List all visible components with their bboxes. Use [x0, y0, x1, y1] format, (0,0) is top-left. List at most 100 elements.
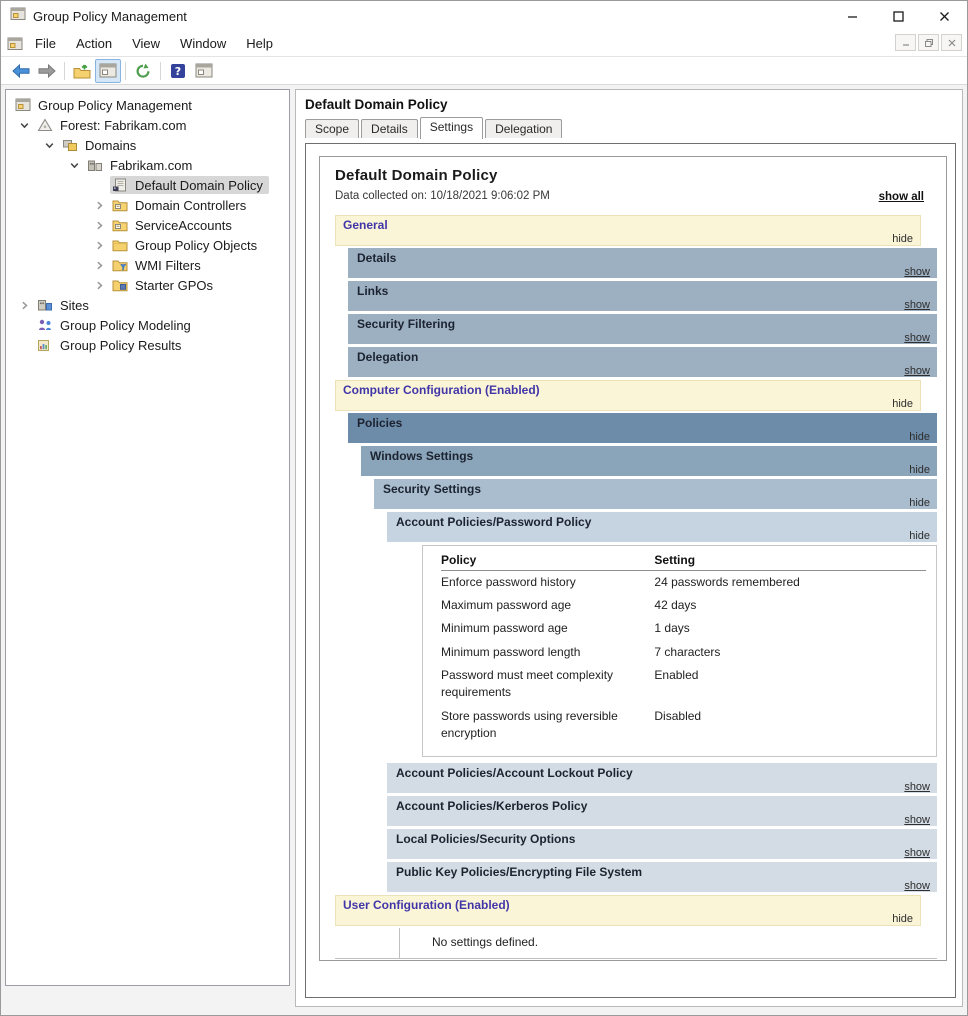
chevron-right-icon[interactable] — [88, 258, 110, 272]
no-settings-row: No settings defined. — [335, 928, 937, 959]
policy-name: Enforce password history — [441, 570, 654, 594]
section-title: Security Filtering — [357, 317, 455, 331]
chevron-right-icon[interactable] — [88, 238, 110, 252]
close-button[interactable] — [921, 1, 967, 31]
tab-scope[interactable]: Scope — [305, 119, 359, 138]
tree-item-group-policy-management[interactable]: Group Policy Management — [6, 95, 289, 115]
menu-view[interactable]: View — [122, 33, 170, 54]
tree-item-group-policy-modeling[interactable]: Group Policy Modeling — [6, 315, 289, 335]
show-link[interactable]: show — [904, 299, 930, 311]
section-security-settings: Security Settings hide — [374, 479, 937, 509]
tree-item-sites[interactable]: Sites — [6, 295, 289, 315]
mdi-restore-button[interactable] — [918, 34, 939, 51]
policy-name: Minimum password length — [441, 641, 654, 664]
section-title: Account Policies/Kerberos Policy — [396, 799, 587, 813]
export-folder-icon[interactable] — [69, 59, 95, 83]
policy-setting: Enabled — [654, 664, 926, 705]
chevron-down-icon[interactable] — [63, 158, 85, 172]
policy-setting: 24 passwords remembered — [654, 570, 926, 594]
forward-arrow-icon[interactable] — [34, 59, 60, 83]
folder-filter-icon — [112, 258, 130, 272]
section-title: Details — [357, 251, 396, 265]
menu-file[interactable]: File — [25, 33, 66, 54]
tree-item-serviceaccounts[interactable]: ServiceAccounts — [6, 215, 289, 235]
hide-link[interactable]: hide — [892, 913, 913, 925]
tree-item-wmi-filters[interactable]: WMI Filters — [6, 255, 289, 275]
show-link[interactable]: show — [904, 332, 930, 344]
tree-item-group-policy-objects[interactable]: Group Policy Objects — [6, 235, 289, 255]
hide-link[interactable]: hide — [892, 233, 913, 245]
tree-item-label: Default Domain Policy — [135, 178, 263, 193]
show-link[interactable]: show — [904, 781, 930, 793]
policy-setting: 7 characters — [654, 641, 926, 664]
menu-bar: FileActionViewWindowHelp — [1, 31, 967, 57]
section-local-policies-security-options: Local Policies/Security Optionsshow — [387, 829, 937, 859]
chevron-right-icon[interactable] — [13, 298, 35, 312]
section-title: Delegation — [357, 350, 418, 364]
tab-delegation[interactable]: Delegation — [485, 119, 562, 138]
tree-item-forest-fabrikam-com[interactable]: Forest: Fabrikam.com — [6, 115, 289, 135]
maximize-button[interactable] — [875, 1, 921, 31]
toolbar-separator — [64, 62, 65, 80]
chevron-down-icon[interactable] — [13, 118, 35, 132]
section-windows-settings: Windows Settings hide — [361, 446, 937, 476]
tree-item-domain-controllers[interactable]: Domain Controllers — [6, 195, 289, 215]
folder-icon — [112, 238, 130, 252]
minimize-button[interactable] — [829, 1, 875, 31]
back-arrow-icon[interactable] — [8, 59, 34, 83]
hide-link[interactable]: hide — [909, 497, 930, 509]
column-header-setting: Setting — [654, 552, 926, 571]
policy-name: Minimum password age — [441, 617, 654, 640]
chevron-right-icon[interactable] — [88, 198, 110, 212]
tree-item-domains[interactable]: Domains — [6, 135, 289, 155]
forest-icon — [37, 118, 55, 132]
show-link[interactable]: show — [904, 365, 930, 377]
menu-action[interactable]: Action — [66, 33, 122, 54]
menu-window[interactable]: Window — [170, 33, 236, 54]
show-link[interactable]: show — [904, 266, 930, 278]
show-link[interactable]: show — [904, 814, 930, 826]
section-delegation: Delegation show — [348, 347, 937, 377]
mdi-minimize-button[interactable] — [895, 34, 916, 51]
section-title: Windows Settings — [370, 449, 473, 463]
hide-link[interactable]: hide — [892, 398, 913, 410]
settings-report[interactable]: Default Domain Policy Data collected on:… — [319, 156, 947, 961]
show-link[interactable]: show — [904, 880, 930, 892]
show-all-link[interactable]: show all — [879, 191, 924, 203]
tree-item-label: Sites — [60, 298, 89, 313]
tree-item-label: Domains — [85, 138, 136, 153]
section-links: Linksshow — [348, 281, 937, 311]
results-icon — [37, 338, 55, 352]
tree-item-fabrikam-com[interactable]: Fabrikam.com — [6, 155, 289, 175]
hide-link[interactable]: hide — [909, 431, 930, 443]
chevron-right-icon[interactable] — [88, 278, 110, 292]
menu-help[interactable]: Help — [236, 33, 283, 54]
chevron-down-icon[interactable] — [38, 138, 60, 152]
show-link[interactable]: show — [904, 847, 930, 859]
window-icon[interactable] — [191, 59, 217, 83]
mdi-close-button[interactable] — [941, 34, 962, 51]
tab-details[interactable]: Details — [361, 119, 418, 138]
hide-link[interactable]: hide — [909, 530, 930, 542]
tree-item-group-policy-results[interactable]: Group Policy Results — [6, 335, 289, 355]
show-console-tree-window-icon[interactable] — [95, 59, 121, 83]
section-account-policies-account-lockout-policy: Account Policies/Account Lockout Policys… — [387, 763, 937, 793]
tab-settings[interactable]: Settings — [420, 117, 483, 139]
window-controls — [829, 1, 967, 31]
gpmc-window: Group Policy Management FileActionViewWi… — [0, 0, 968, 1016]
gpmc-app-icon — [10, 7, 26, 26]
domains-icon — [62, 138, 80, 152]
section-title: Security Settings — [383, 482, 481, 496]
chevron-placeholder — [88, 178, 110, 192]
tree-item-label: Group Policy Modeling — [60, 318, 191, 333]
chevron-right-icon[interactable] — [88, 218, 110, 232]
tree-item-starter-gpos[interactable]: Starter GPOs — [6, 275, 289, 295]
hide-link[interactable]: hide — [909, 464, 930, 476]
refresh-icon[interactable] — [130, 59, 156, 83]
toolbar-separator — [125, 62, 126, 80]
section-general: Generalhide — [335, 215, 921, 246]
help-icon[interactable]: ? — [165, 59, 191, 83]
section-title: Computer Configuration (Enabled) — [343, 383, 540, 397]
policy-name: Password must meet complexity requiremen… — [441, 664, 654, 705]
tree-item-default-domain-policy[interactable]: Default Domain Policy — [6, 175, 289, 195]
